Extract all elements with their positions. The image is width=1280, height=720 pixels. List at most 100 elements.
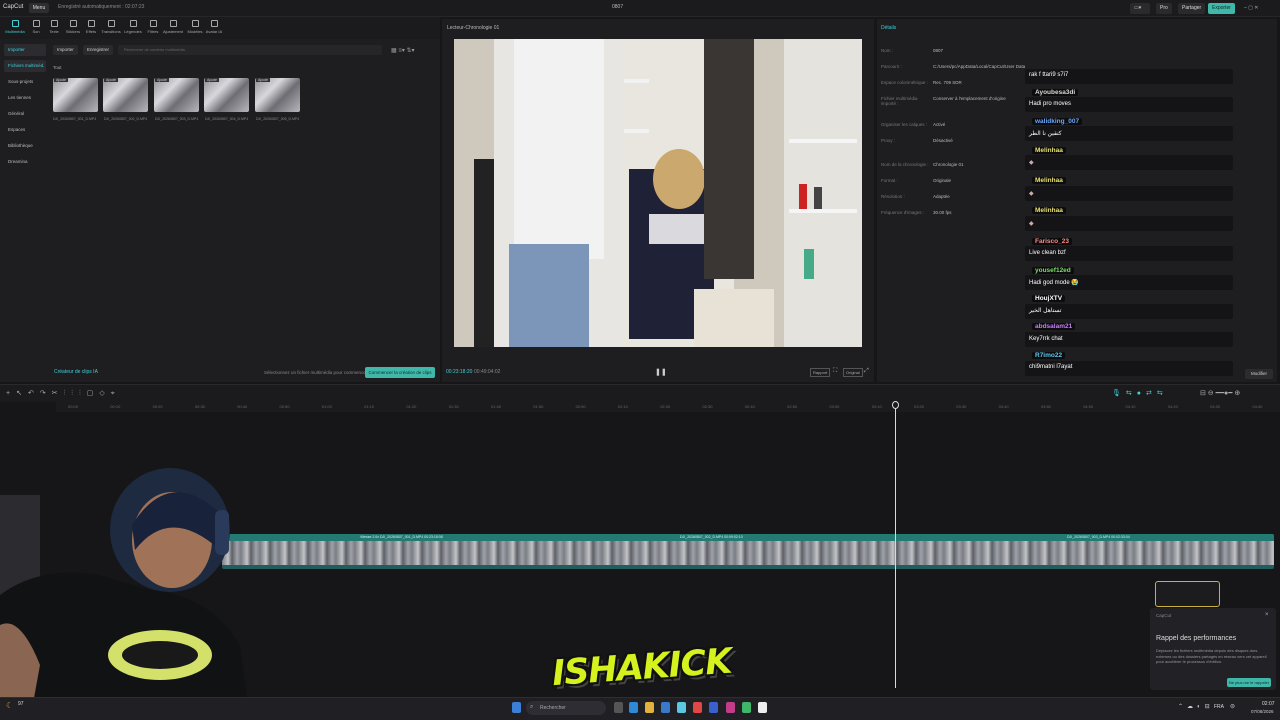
media-icon (11, 20, 19, 27)
chat-username: abdsalam21 (1032, 323, 1076, 330)
autosave-status: Enregistré automatiquement : 02:07:23 (58, 4, 145, 10)
chat-text: Hadi god mode 😭 (1029, 280, 1079, 286)
tab-effects[interactable]: Effets (81, 20, 101, 34)
tab-filters[interactable]: Filtres (143, 20, 163, 34)
weather-icon[interactable]: ☾ (6, 701, 13, 710)
taskbar-search[interactable]: Rechercher (526, 701, 606, 715)
timeline-tools-icon[interactable]: +↖↶↷✂⫶⫶⫶▢◇⌖ (6, 389, 121, 398)
media-hint: Sélectionnez un fichier multimédia pour … (264, 370, 368, 375)
detail-value: Chronologie 01 (933, 162, 964, 167)
dont-remind-button[interactable]: Ne plus me le rappeler (1227, 678, 1271, 687)
zoom-slider-icon[interactable]: ⊟ ⊖ ━━●━ ⊕ (1200, 389, 1240, 397)
app-icon[interactable] (661, 702, 670, 713)
media-thumb[interactable]: Ajouté (154, 78, 199, 112)
taskbar (0, 697, 1280, 720)
timeline-ruler[interactable]: 00:00 00:10 00:20 00:30 00:40 00:50 01:00 01:10… (56, 402, 1280, 412)
media-search-input[interactable]: Recherche de contenu multimédia (118, 45, 382, 55)
share-button[interactable]: Partager (1178, 3, 1206, 14)
clip-label: DJI_20260807_003_D.MP4 00:02:33:04 (1067, 535, 1130, 539)
network-icon[interactable]: ⊜ (1230, 703, 1235, 710)
crop-icon[interactable]: ⛶ (833, 368, 837, 375)
ruler-tick: 01:00 (321, 404, 332, 409)
clock-time[interactable]: 02:07 (1262, 701, 1275, 707)
pause-icon[interactable]: ❚❚ (655, 368, 667, 376)
ruler-tick: 01:40 (491, 404, 502, 409)
menu-button[interactable]: Menu (29, 3, 49, 13)
media-thumb[interactable]: Ajouté (103, 78, 148, 112)
export-button[interactable]: Exporter (1208, 3, 1235, 14)
tab-transitions[interactable]: Transitions (101, 20, 121, 34)
tab-stickers[interactable]: Stickers (63, 20, 83, 34)
ruler-tick: 03:40 (998, 404, 1009, 409)
chat-text: chi9matni l7ayat (1029, 364, 1073, 370)
app-icon[interactable] (693, 702, 702, 713)
media-thumb[interactable]: Ajouté (255, 78, 300, 112)
ruler-tick: 02:40 (744, 404, 755, 409)
modify-button[interactable]: Modifier (1245, 369, 1273, 379)
pro-button[interactable]: Pro (1156, 3, 1172, 14)
chat-username: HoujXTV (1032, 295, 1066, 302)
sidebar-item-library[interactable]: Bibliothèque (4, 140, 46, 152)
tab-sound[interactable]: Son (26, 20, 46, 34)
record-button[interactable]: Enregistrer (83, 45, 114, 55)
chat-text: تستاهل الخير (1029, 308, 1062, 314)
playhead-handle[interactable] (892, 401, 899, 409)
app-icon[interactable] (726, 702, 735, 713)
app-icon[interactable] (742, 702, 751, 713)
start-clip-creation-button[interactable]: Commencer la création de clips (365, 367, 435, 378)
capcut-icon[interactable] (758, 702, 767, 713)
media-thumb[interactable]: Ajouté (204, 78, 249, 112)
close-icon[interactable]: × (1265, 612, 1269, 618)
sidebar-item-yours[interactable]: Les tiennes (4, 92, 46, 104)
video-track-clip[interactable] (222, 534, 1274, 569)
tab-adjustment[interactable]: Ajustement (163, 20, 183, 34)
total-time: 00:49:04:02 (474, 369, 501, 375)
playhead[interactable] (895, 404, 896, 688)
notification-app: CapCut (1156, 613, 1172, 618)
import-button[interactable]: Importer (53, 45, 78, 55)
sidebar-item-general[interactable]: Général (4, 108, 46, 120)
sidebar-item-dreamina[interactable]: Dreamina (4, 156, 46, 168)
chat-text: Live clean bzf (1029, 250, 1066, 256)
adjust-icon (169, 20, 177, 27)
tab-templates[interactable]: Modèles (185, 20, 205, 34)
edge-icon[interactable] (629, 702, 638, 713)
video-preview[interactable] (454, 39, 862, 347)
clip-label: DJI_20260807_002_D.MP4 00:09:02:10 (680, 535, 743, 539)
timeline-toolbar: +↖↶↷✂⫶⫶⫶▢◇⌖ 🎙⇆●⇄⇆ ⊟ ⊖ ━━●━ ⊕ (0, 384, 1280, 402)
app-icon[interactable] (677, 702, 686, 713)
original-button[interactable]: Original (843, 368, 863, 377)
start-icon[interactable] (512, 702, 521, 713)
explorer-icon[interactable] (645, 702, 654, 713)
layout-icon[interactable]: ▭▾ (1130, 3, 1150, 14)
chat-username: yousef12ed (1032, 267, 1074, 274)
sidebar-item-spaces[interactable]: Espaces (4, 124, 46, 136)
ai-clip-creator-link[interactable]: Créateur de clips IA (54, 369, 98, 375)
tab-multimedia[interactable]: Multimédia (5, 20, 25, 34)
media-thumb[interactable]: Ajouté (53, 78, 98, 112)
word-icon[interactable] (709, 702, 718, 713)
detail-value: Rec. 709 SDR (933, 80, 962, 85)
clock-date[interactable]: 07/08/2026 (1251, 709, 1274, 714)
fullscreen-icon[interactable]: ⤢ (864, 368, 869, 375)
tab-captions[interactable]: Légendes (123, 20, 143, 34)
sidebar-item-subprojects[interactable]: Sous-projets (4, 76, 46, 88)
sidebar-item-import[interactable]: Importer (4, 44, 46, 56)
ruler-tick: 00:10 (110, 404, 121, 409)
filter-all[interactable]: Tout (53, 65, 62, 70)
ruler-tick: 01:30 (448, 404, 459, 409)
detail-key: Organiser les calques : (881, 122, 928, 127)
thumb-label: DJI_20260807_005_D.MP4 (256, 117, 300, 121)
ratio-button[interactable]: Rapport (810, 368, 831, 377)
transition-icon (107, 20, 115, 27)
sidebar-item-media-files[interactable]: Fichiers multiméd. (4, 60, 46, 72)
clip-label: Vitesse 2.0x DJI_20260807_001_D.MP4 00:2… (360, 535, 443, 539)
grid-view-icon[interactable]: ▦ ≡▾ ⇅▾ (391, 47, 415, 54)
timeline-snap-icons[interactable]: 🎙⇆●⇄⇆ (1112, 389, 1168, 397)
window-controls[interactable]: – ▢ ✕ (1240, 3, 1262, 14)
system-tray-icons[interactable]: ⌃☁◐⊟ (1178, 703, 1214, 710)
tab-ai-avatar[interactable]: Avatar IA (204, 20, 224, 34)
tab-text[interactable]: Texte (44, 20, 64, 34)
language-indicator[interactable]: FRA (1214, 704, 1224, 710)
task-view-icon[interactable] (614, 702, 623, 713)
